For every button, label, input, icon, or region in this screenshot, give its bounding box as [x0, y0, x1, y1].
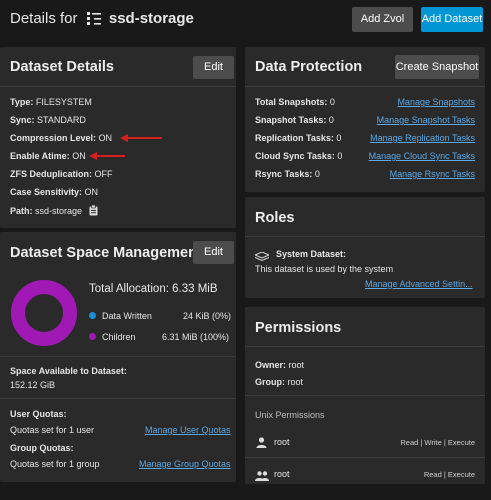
system-dataset-label: System Dataset:	[276, 249, 347, 259]
dataset-details-edit-button[interactable]: Edit	[193, 56, 234, 79]
dataset-details-card: Dataset Details Edit Type: FILESYSTEM Sy…	[0, 47, 236, 228]
group-row: Group: root	[255, 377, 304, 387]
space-management-edit-button[interactable]: Edit	[193, 241, 234, 264]
manage-cloud-sync-tasks-link[interactable]: Manage Cloud Sync Tasks	[369, 151, 475, 161]
protection-row-total-snapshots: Total Snapshots: 0	[255, 97, 335, 107]
permission-entry-user-name: root	[274, 437, 290, 447]
add-dataset-button[interactable]: Add Dataset	[421, 7, 483, 32]
group-icon	[255, 468, 269, 486]
annotation-arrow-icon	[89, 152, 125, 160]
legend-children-value: 6.31 MiB (100%)	[162, 332, 230, 342]
divider	[245, 346, 485, 347]
detail-row-atime: Enable Atime: ON	[10, 151, 86, 161]
detail-row-type: Type: FILESYSTEM	[10, 97, 92, 107]
protection-row-snapshot-tasks: Snapshot Tasks: 0	[255, 115, 334, 125]
protection-row-cloud-sync: Cloud Sync Tasks: 0	[255, 151, 343, 161]
permission-entry-group-perms: Read | Execute	[423, 470, 475, 479]
manage-replication-tasks-link[interactable]: Manage Replication Tasks	[370, 133, 475, 143]
space-management-title: Dataset Space Management	[10, 245, 202, 261]
divider	[0, 356, 236, 357]
manage-snapshot-tasks-link[interactable]: Manage Snapshot Tasks	[377, 115, 475, 125]
page-title-prefix: Details for	[10, 10, 78, 27]
data-protection-title: Data Protection	[255, 59, 363, 75]
page-title: Details for ssd-storage	[10, 10, 194, 29]
divider	[245, 236, 485, 237]
divider	[0, 398, 236, 399]
permissions-card: Permissions Owner: root Group: root Unix…	[245, 307, 485, 484]
owner-row: Owner: root	[255, 360, 305, 370]
permission-entry-group-name: root	[274, 469, 290, 479]
permission-entry-user-perms: Read | Write | Execute	[400, 438, 475, 447]
legend-children: Children	[89, 332, 136, 342]
unix-permissions-label: Unix Permissions	[255, 410, 325, 420]
protection-row-replication: Replication Tasks: 0	[255, 133, 342, 143]
allocation-donut-chart	[11, 280, 77, 346]
manage-group-quotas-link[interactable]: Manage Group Quotas	[139, 459, 231, 469]
manage-rsync-tasks-link[interactable]: Manage Rsync Tasks	[390, 169, 475, 179]
manage-advanced-settings-link[interactable]: Manage Advanced Settin...	[365, 279, 473, 289]
roles-card: Roles System Dataset: This dataset is us…	[245, 197, 485, 298]
dataset-tree-icon	[86, 12, 101, 29]
protection-row-rsync: Rsync Tasks: 0	[255, 169, 320, 179]
group-quotas-value: Quotas set for 1 group	[10, 459, 100, 469]
divider	[245, 86, 485, 87]
roles-title: Roles	[255, 210, 295, 226]
roles-description: This dataset is used by the system	[255, 264, 394, 274]
manage-snapshots-link[interactable]: Manage Snapshots	[397, 97, 475, 107]
detail-row-path: Path: ssd-storage	[10, 204, 98, 218]
space-available-label: Space Available to Dataset:	[10, 366, 127, 376]
legend-swatch	[89, 312, 96, 319]
data-protection-card: Data Protection Create Snapshot Total Sn…	[245, 47, 485, 192]
page-title-dataset: ssd-storage	[108, 10, 194, 27]
top-bar: Details for ssd-storage Add Zvol Add Dat…	[0, 0, 491, 40]
user-icon	[256, 435, 267, 453]
legend-data-written: Data Written	[89, 311, 152, 321]
annotation-arrow-icon	[120, 134, 162, 142]
divider	[245, 395, 485, 396]
donut-slice-children	[11, 280, 77, 346]
clipboard-icon[interactable]	[89, 204, 98, 218]
space-available-value: 152.12 GiB	[10, 380, 56, 390]
legend-swatch	[89, 333, 96, 340]
divider	[0, 86, 236, 87]
user-quotas-value: Quotas set for 1 user	[10, 425, 95, 435]
detail-row-case: Case Sensitivity: ON	[10, 187, 99, 197]
divider	[245, 457, 485, 458]
group-quotas-label: Group Quotas:	[10, 443, 74, 453]
detail-row-sync: Sync: STANDARD	[10, 115, 86, 125]
legend-data-written-value: 24 KiB (0%)	[183, 311, 232, 321]
detail-row-compression: Compression Level: ON	[10, 133, 113, 143]
permissions-title: Permissions	[255, 320, 342, 336]
detail-row-dedup: ZFS Deduplication: OFF	[10, 169, 113, 179]
create-snapshot-button[interactable]: Create Snapshot	[395, 55, 479, 79]
space-management-card: Dataset Space Management Edit Total Allo…	[0, 232, 236, 482]
dataset-details-title: Dataset Details	[10, 59, 114, 75]
user-quotas-label: User Quotas:	[10, 409, 67, 419]
total-allocation: Total Allocation: 6.33 MiB	[89, 283, 218, 295]
add-zvol-button[interactable]: Add Zvol	[352, 7, 413, 32]
manage-user-quotas-link[interactable]: Manage User Quotas	[145, 425, 231, 435]
